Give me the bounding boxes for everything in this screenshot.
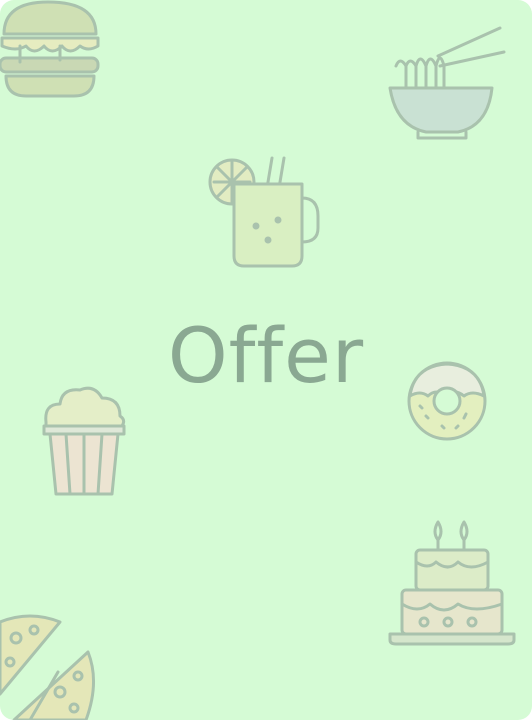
pizza-icon: [0, 614, 96, 720]
lemonade-mug-icon: [208, 156, 320, 268]
popcorn-icon: [42, 386, 126, 496]
birthday-cake-icon: [388, 520, 516, 646]
noodle-bowl-icon: [388, 26, 506, 140]
offer-card[interactable]: Offer: [0, 0, 532, 720]
burger-icon: [0, 0, 100, 98]
donut-icon: [407, 361, 487, 441]
